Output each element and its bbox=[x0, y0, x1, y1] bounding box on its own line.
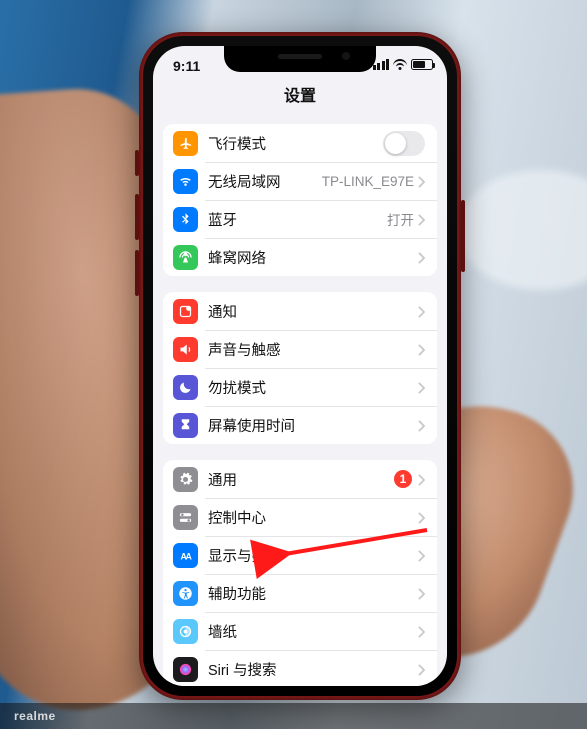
toggle-airplane[interactable] bbox=[383, 131, 425, 156]
row-label: 显示与亮度 bbox=[208, 545, 418, 566]
bluetooth-icon bbox=[173, 207, 198, 232]
siri-icon bbox=[173, 657, 198, 682]
settings-row-controlcenter[interactable]: 控制中心 bbox=[163, 498, 437, 536]
chevron-right-icon bbox=[418, 213, 425, 225]
row-label: Siri 与搜索 bbox=[208, 659, 418, 680]
row-label: 通知 bbox=[208, 301, 418, 322]
display-icon bbox=[173, 543, 198, 568]
phone-screen: 9:11 设置 飞行模式无线局域网TP-LINK_E97E蓝牙打开蜂窝网络通知声… bbox=[153, 46, 447, 686]
phone-chassis: 9:11 设置 飞行模式无线局域网TP-LINK_E97E蓝牙打开蜂窝网络通知声… bbox=[139, 32, 461, 700]
wifi-icon bbox=[173, 169, 198, 194]
accessibility-icon bbox=[173, 581, 198, 606]
chevron-right-icon bbox=[418, 663, 425, 675]
chevron-right-icon bbox=[418, 473, 425, 485]
chevron-right-icon bbox=[418, 549, 425, 561]
row-label: 辅助功能 bbox=[208, 583, 418, 604]
row-label: 无线局域网 bbox=[208, 171, 322, 192]
notification-icon bbox=[173, 299, 198, 324]
settings-row-dnd[interactable]: 勿扰模式 bbox=[163, 368, 437, 406]
badge: 1 bbox=[394, 470, 412, 488]
row-label: 飞行模式 bbox=[208, 133, 383, 154]
row-value: TP-LINK_E97E bbox=[322, 174, 414, 189]
wallpaper-icon bbox=[173, 619, 198, 644]
nav-header: 设置 bbox=[153, 86, 447, 120]
status-time: 9:11 bbox=[173, 58, 200, 74]
row-label: 墙纸 bbox=[208, 621, 418, 642]
notch bbox=[224, 46, 376, 72]
chevron-right-icon bbox=[418, 625, 425, 637]
row-label: 勿扰模式 bbox=[208, 377, 418, 398]
brand-logo: realme bbox=[14, 709, 56, 723]
watermark-bar: realme bbox=[0, 703, 587, 729]
chevron-right-icon bbox=[418, 511, 425, 523]
row-value: 打开 bbox=[387, 209, 414, 229]
settings-list[interactable]: 飞行模式无线局域网TP-LINK_E97E蓝牙打开蜂窝网络通知声音与触感勿扰模式… bbox=[153, 120, 447, 686]
row-label: 控制中心 bbox=[208, 507, 418, 528]
switches-icon bbox=[173, 505, 198, 530]
settings-row-siri[interactable]: Siri 与搜索 bbox=[163, 650, 437, 686]
chevron-right-icon bbox=[418, 419, 425, 431]
wifi-status-icon bbox=[393, 59, 407, 70]
settings-group: 通知声音与触感勿扰模式屏幕使用时间 bbox=[163, 292, 437, 444]
settings-row-wallpaper[interactable]: 墙纸 bbox=[163, 612, 437, 650]
row-label: 蜂窝网络 bbox=[208, 247, 418, 268]
settings-row-display[interactable]: 显示与亮度 bbox=[163, 536, 437, 574]
settings-row-sounds[interactable]: 声音与触感 bbox=[163, 330, 437, 368]
settings-group: 通用1控制中心显示与亮度辅助功能墙纸Siri 与搜索面容 ID 与密码SOS 紧… bbox=[163, 460, 437, 686]
row-label: 声音与触感 bbox=[208, 339, 418, 360]
chevron-right-icon bbox=[418, 305, 425, 317]
chevron-right-icon bbox=[418, 251, 425, 263]
row-label: 屏幕使用时间 bbox=[208, 415, 418, 436]
chevron-right-icon bbox=[418, 343, 425, 355]
row-label: 通用 bbox=[208, 469, 394, 490]
settings-row-airplane[interactable]: 飞行模式 bbox=[163, 124, 437, 162]
moon-icon bbox=[173, 375, 198, 400]
settings-row-wifi[interactable]: 无线局域网TP-LINK_E97E bbox=[163, 162, 437, 200]
airplane-icon bbox=[173, 131, 198, 156]
settings-row-screentime[interactable]: 屏幕使用时间 bbox=[163, 406, 437, 444]
chevron-right-icon bbox=[418, 587, 425, 599]
chevron-right-icon bbox=[418, 381, 425, 393]
settings-row-accessibility[interactable]: 辅助功能 bbox=[163, 574, 437, 612]
settings-row-notifications[interactable]: 通知 bbox=[163, 292, 437, 330]
sound-icon bbox=[173, 337, 198, 362]
settings-row-cellular[interactable]: 蜂窝网络 bbox=[163, 238, 437, 276]
gear-icon bbox=[173, 467, 198, 492]
hourglass-icon bbox=[173, 413, 198, 438]
settings-row-bluetooth[interactable]: 蓝牙打开 bbox=[163, 200, 437, 238]
chevron-right-icon bbox=[418, 175, 425, 187]
settings-group: 飞行模式无线局域网TP-LINK_E97E蓝牙打开蜂窝网络 bbox=[163, 124, 437, 276]
cellular-icon bbox=[173, 245, 198, 270]
settings-row-general[interactable]: 通用1 bbox=[163, 460, 437, 498]
row-label: 蓝牙 bbox=[208, 209, 387, 230]
page-title: 设置 bbox=[153, 86, 447, 108]
battery-icon bbox=[411, 59, 433, 70]
